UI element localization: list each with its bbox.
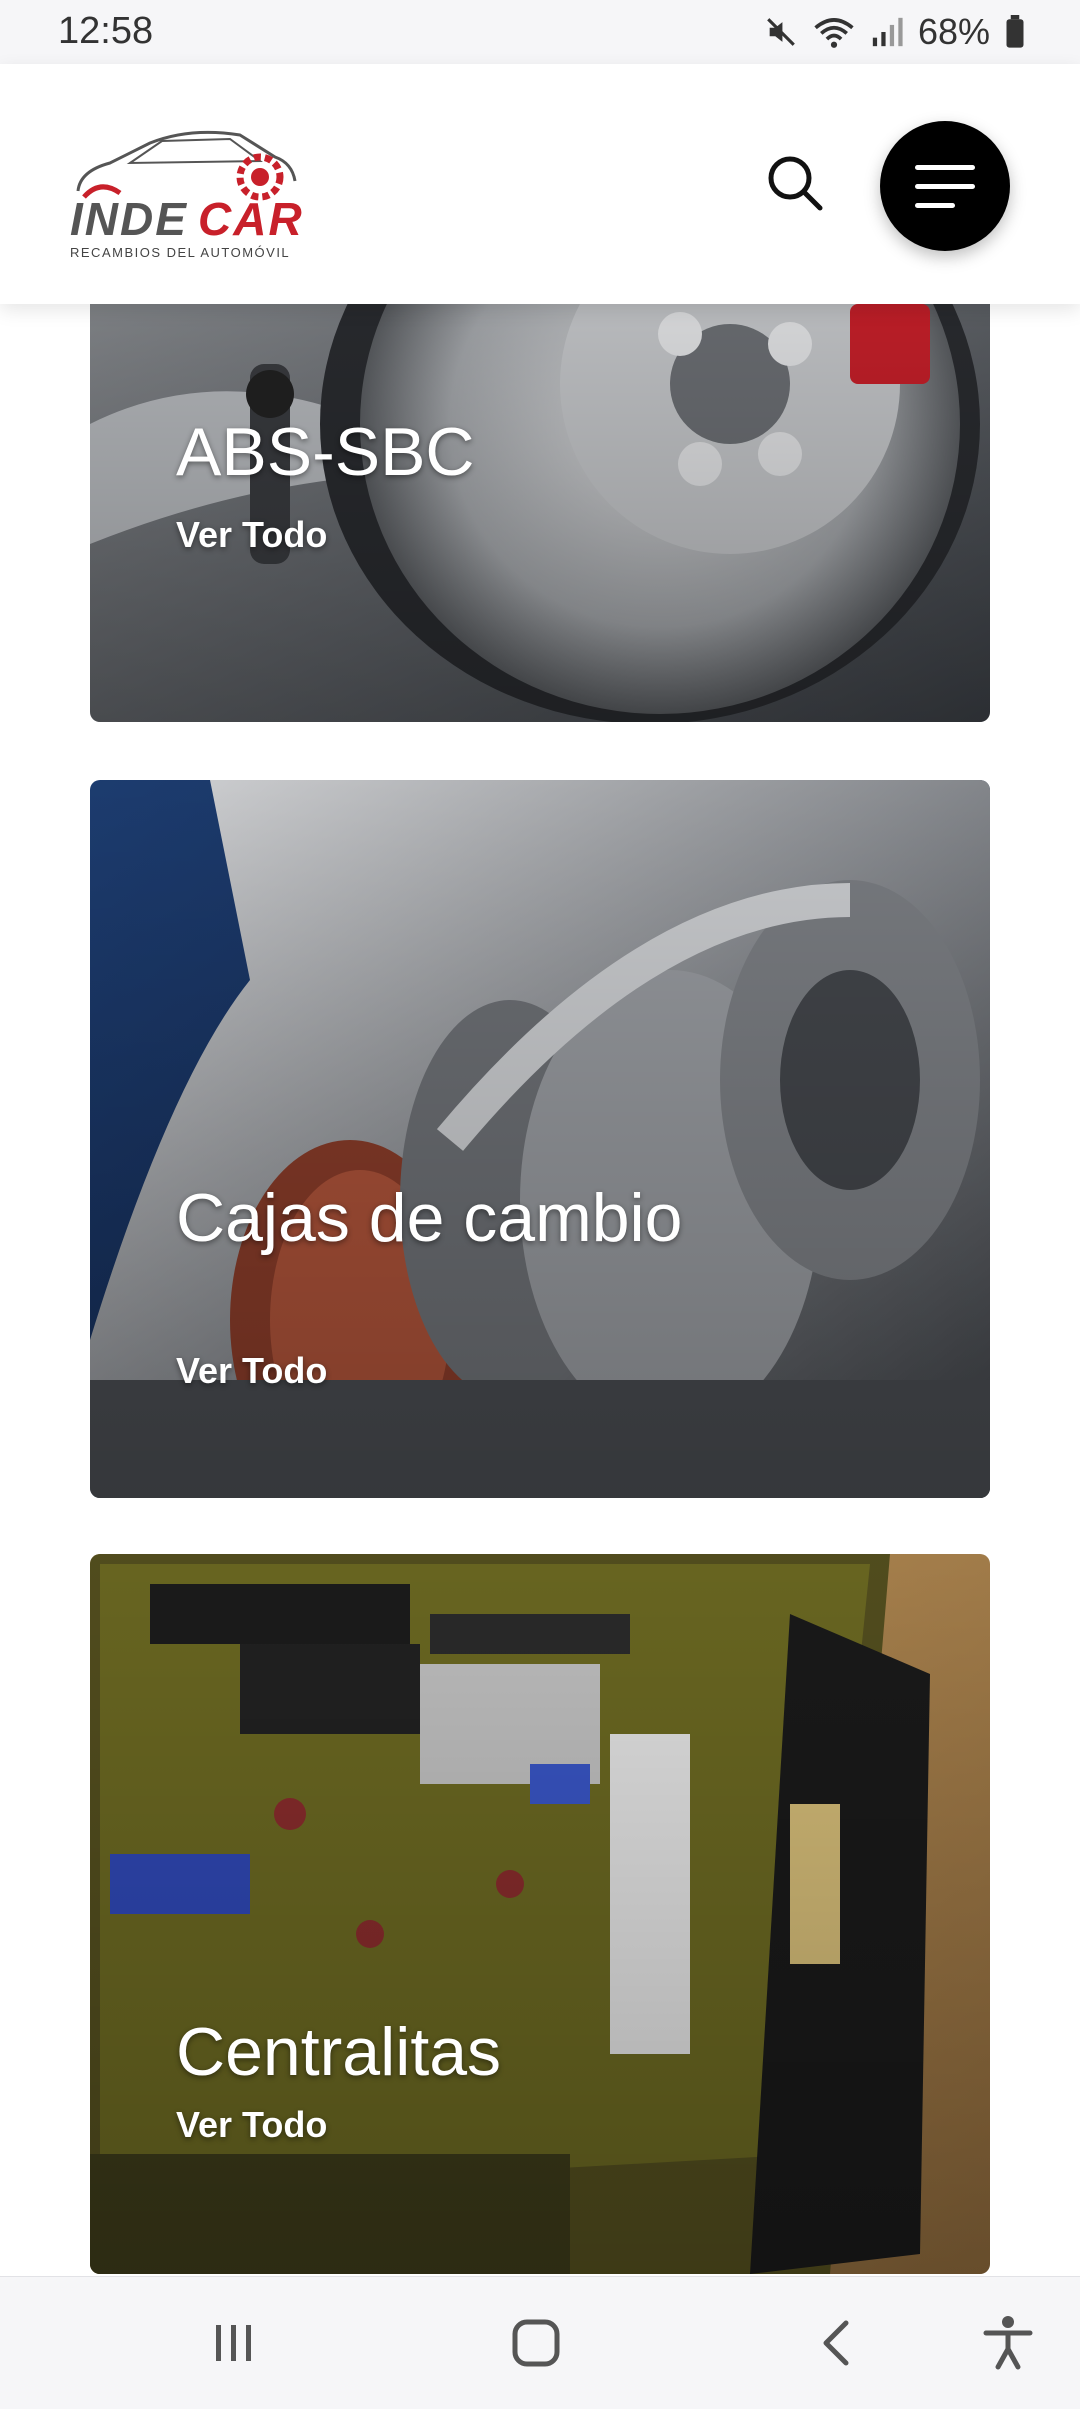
- view-all-link[interactable]: Ver Todo: [176, 514, 327, 556]
- category-card-abs-sbc[interactable]: ABS-SBC Ver Todo: [90, 304, 990, 722]
- category-title: Cajas de cambio: [176, 1180, 683, 1256]
- system-nav-bar: [0, 2276, 1080, 2409]
- recent-apps-icon: [216, 2325, 251, 2361]
- logo-tagline: RECAMBIOS DEL AUTOMÓVIL: [70, 245, 290, 259]
- wifi-icon: [814, 18, 854, 48]
- brand-logo[interactable]: INDE CAR RECAMBIOS DEL AUTOMÓVIL: [70, 119, 315, 260]
- search-icon: [768, 156, 823, 211]
- status-time: 12:58: [58, 10, 154, 52]
- view-all-link[interactable]: Ver Todo: [176, 2104, 327, 2146]
- category-card-centralitas[interactable]: Centralitas Ver Todo: [90, 1554, 990, 2274]
- back-icon: [823, 2320, 849, 2366]
- accessibility-button[interactable]: [972, 2307, 1044, 2379]
- category-card-cajas-de-cambio[interactable]: Cajas de cambio Ver Todo: [90, 780, 990, 1498]
- battery-icon: [1006, 15, 1024, 48]
- svg-text:INDE: INDE: [70, 193, 188, 245]
- view-all-link[interactable]: Ver Todo: [176, 1350, 327, 1392]
- status-icons: 68%: [764, 10, 1026, 54]
- category-list: ABS-SBC Ver Todo Cajas de cambio Ver Tod…: [0, 304, 1080, 2276]
- card-overlay: [90, 304, 990, 722]
- accessibility-icon: [983, 2316, 1033, 2370]
- category-title: ABS-SBC: [176, 414, 475, 490]
- card-overlay: [90, 1554, 990, 2274]
- search-button[interactable]: [764, 152, 826, 214]
- mute-icon: [767, 18, 795, 46]
- back-button[interactable]: [802, 2307, 874, 2379]
- logo-car-icon: INDE CAR RECAMBIOS DEL AUTOMÓVIL: [70, 130, 304, 260]
- battery-percent: 68%: [917, 11, 990, 52]
- recent-apps-button[interactable]: [198, 2307, 270, 2379]
- site-header: INDE CAR RECAMBIOS DEL AUTOMÓVIL: [0, 64, 1080, 304]
- status-bar: 12:58 68%: [0, 0, 1080, 64]
- home-icon: [512, 2319, 560, 2367]
- svg-text:CAR: CAR: [198, 193, 304, 245]
- menu-button[interactable]: [880, 121, 1010, 251]
- signal-icon: [872, 17, 903, 47]
- category-title: Centralitas: [176, 2014, 502, 2090]
- home-button[interactable]: [500, 2307, 572, 2379]
